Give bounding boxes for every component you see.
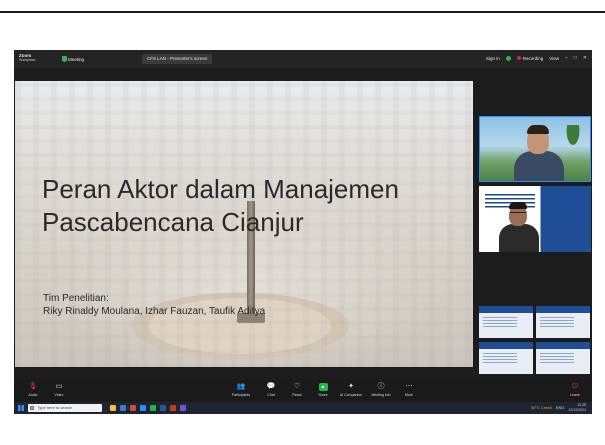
microphone-muted-icon: 🎙 <box>28 383 38 390</box>
recording-indicator[interactable]: Recording <box>516 55 544 61</box>
meeting-label: Meeting <box>68 57 85 62</box>
taskbar-search-input[interactable]: Type here to search <box>28 404 102 412</box>
more-label: More <box>405 393 413 397</box>
share-label: Share <box>318 393 328 397</box>
ai-companion-label: AI Companion <box>339 393 363 397</box>
search-icon <box>30 406 34 410</box>
participants-button[interactable]: 👥 Participants <box>226 383 256 397</box>
windows-taskbar: Type here to search 30°C Cerah ENG 13.25… <box>14 402 592 414</box>
shared-screen-tab[interactable]: CFS LAN - Presenter's screen <box>142 54 213 64</box>
participant-thumbnail[interactable] <box>536 342 590 374</box>
close-button[interactable]: ✕ <box>583 55 587 61</box>
video-label: Video <box>54 393 64 397</box>
system-clock[interactable]: 13.25 12/12/2024 <box>568 403 586 412</box>
maximize-button[interactable]: □ <box>574 55 577 61</box>
react-label: React <box>292 393 302 397</box>
thumbnail-header <box>479 342 533 349</box>
encryption-icon <box>505 55 511 61</box>
office-app-icon[interactable] <box>130 405 136 411</box>
excel-app-icon[interactable] <box>150 405 156 411</box>
thumbnail-text <box>483 353 517 363</box>
meeting-controls: 🎙 Audio ▭ Video 👥 Participants 💬 Chat ♡ React… <box>14 380 592 402</box>
research-team-members: Riky Rinaldy Moulana, Izhar Fauzan, Tauf… <box>43 306 266 317</box>
slide-title: Peran Aktor dalam Manajemen Pascabencana… <box>42 173 399 239</box>
chat-label: Chat <box>267 393 275 397</box>
language-indicator[interactable]: ENG <box>556 405 565 410</box>
thumbnail-text <box>540 353 574 363</box>
meeting-info-button[interactable]: ⓘ Meeting info <box>366 383 396 397</box>
slide-title-line-2: Pascabencana Cianjur <box>42 207 304 237</box>
ai-companion-button[interactable]: ✦ AI Companion <box>336 383 366 397</box>
share-screen-icon: ▲ <box>318 383 328 391</box>
shared-slide: Peran Aktor dalam Manajemen Pascabencana… <box>15 81 473 367</box>
powerpoint-app-icon[interactable] <box>170 405 176 411</box>
camera-icon: ▭ <box>55 383 63 390</box>
research-team-label: Tim Penelitian: <box>43 293 109 304</box>
participant-video-2[interactable] <box>479 186 591 252</box>
thumbnail-header <box>536 306 590 313</box>
edge-browser-icon[interactable] <box>120 405 126 411</box>
app-brand: Zoom Workplace <box>19 53 35 63</box>
thumbnail-header <box>536 342 590 349</box>
system-tray: 30°C Cerah ENG 13.25 12/12/2024 <box>531 403 586 412</box>
teams-app-icon[interactable] <box>180 405 186 411</box>
meeting-info-label: Meeting info <box>371 393 391 397</box>
sign-in-link[interactable]: Sign in <box>486 56 500 61</box>
participant-body <box>499 224 539 252</box>
participant-thumbnail[interactable] <box>536 306 590 338</box>
participants-label: Participants <box>231 393 251 397</box>
participant-hair <box>509 202 527 209</box>
recording-dot-icon <box>516 56 521 61</box>
participant-thumbnail[interactable] <box>479 306 533 338</box>
participant-thumbnail[interactable] <box>479 342 533 374</box>
leave-button[interactable]: ⏻ Leave <box>560 383 590 397</box>
zoom-app-icon[interactable] <box>140 405 146 411</box>
minimize-button[interactable]: – <box>565 55 568 61</box>
info-icon: ⓘ <box>377 383 385 390</box>
view-button[interactable]: View <box>549 56 559 61</box>
participant-body <box>514 151 564 181</box>
participant-video-1[interactable] <box>479 116 591 182</box>
leave-icon: ⏻ <box>572 383 578 390</box>
participant-hair <box>527 125 549 134</box>
top-divider <box>0 11 605 13</box>
participant-glasses <box>510 212 526 215</box>
file-explorer-icon[interactable] <box>110 405 116 411</box>
recording-label: Recording <box>522 55 544 61</box>
security-shield-icon[interactable] <box>62 56 67 62</box>
share-button[interactable]: ▲ Share <box>308 383 338 397</box>
windows-start-icon[interactable] <box>18 405 24 411</box>
participants-icon: 👥 <box>236 383 246 390</box>
brand-subtitle: Workplace <box>19 58 36 62</box>
zoom-window: Zoom Workplace Meeting CFS LAN - Present… <box>14 50 592 414</box>
more-icon: ⋯ <box>405 383 413 390</box>
leave-label: Leave <box>570 393 580 397</box>
thumbnail-text <box>483 317 517 327</box>
title-bar-actions: Sign in Recording View – □ ✕ <box>486 55 587 61</box>
audio-label: Audio <box>28 393 38 397</box>
page: Zoom Workplace Meeting CFS LAN - Present… <box>0 0 605 445</box>
weather-widget[interactable]: 30°C Cerah <box>531 405 552 410</box>
heart-icon: ♡ <box>293 383 301 390</box>
more-button[interactable]: ⋯ More <box>394 383 424 397</box>
word-app-icon[interactable] <box>160 405 166 411</box>
thumbnail-header <box>479 306 533 313</box>
thumbnail-text <box>540 317 574 327</box>
sparkle-icon: ✦ <box>348 383 354 390</box>
chat-icon: 💬 <box>266 383 276 390</box>
title-bar: Zoom Workplace Meeting CFS LAN - Present… <box>14 50 592 68</box>
video-button[interactable]: ▭ Video <box>44 383 74 397</box>
slide-title-line-1: Peran Aktor dalam Manajemen <box>42 174 399 204</box>
clock-date: 12/12/2024 <box>568 407 586 412</box>
taskbar-search-placeholder: Type here to search <box>37 405 73 410</box>
background-palm-image <box>562 125 584 155</box>
